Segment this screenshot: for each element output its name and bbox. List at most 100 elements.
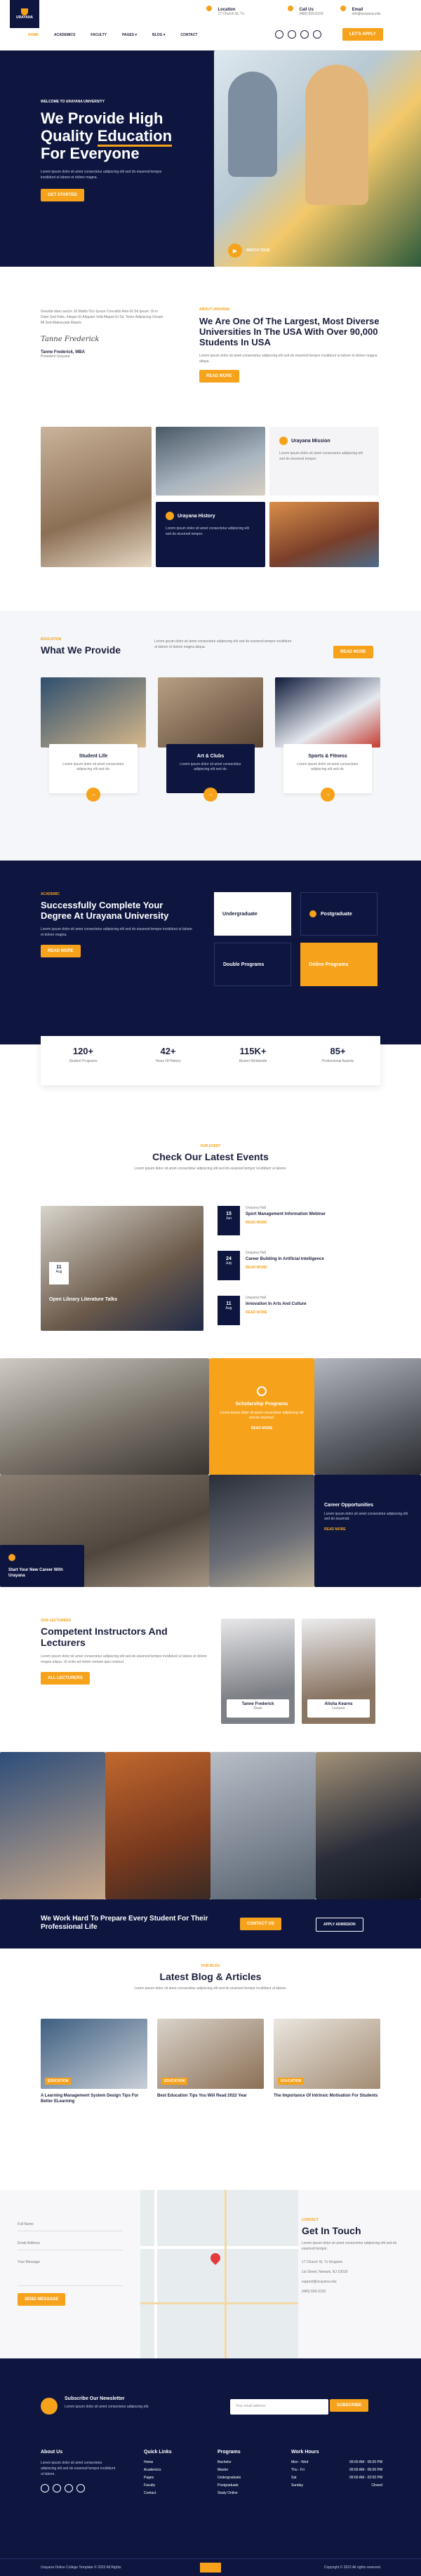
hero-title: We Provide High Quality Education For Ev… xyxy=(41,109,173,162)
program-double[interactable]: Double Programs xyxy=(214,943,291,986)
student-figure-2 xyxy=(305,65,368,205)
map[interactable] xyxy=(140,2190,298,2358)
watch-tour-button[interactable]: ▶ WATCH TOUR xyxy=(228,244,269,258)
hero: WELCOME TO URAYANA UNIVERSITY We Provide… xyxy=(0,51,421,267)
provide-read-more[interactable]: READ MORE xyxy=(333,646,373,658)
name-field[interactable]: Full Name xyxy=(18,2218,123,2231)
linkedin-icon[interactable] xyxy=(313,30,321,39)
instagram-icon[interactable] xyxy=(65,2484,73,2492)
topbar-location: Location 17 Church St, Tx xyxy=(206,6,244,18)
lecturer-card[interactable]: Tanne Frederick Dean xyxy=(221,1619,295,1724)
blog-thumbnail: EDUCATION xyxy=(274,2019,380,2089)
gallery-photo-4 xyxy=(316,1752,421,1899)
blog-eyebrow: OUR BLOG xyxy=(201,1964,220,1968)
message-field[interactable]: Your Message xyxy=(18,2256,123,2286)
subscribe-button[interactable]: SUBSCRIBE xyxy=(330,2399,369,2412)
service-card-student-life[interactable]: Student Life Lorem ipsum dolor sit amet … xyxy=(41,677,146,832)
contact-email[interactable]: support@urayana.edu xyxy=(302,2280,407,2284)
linkedin-icon[interactable] xyxy=(76,2484,85,2492)
program-online[interactable]: Online Programs xyxy=(300,943,377,986)
hero-description: Lorem ipsum dolor sit amet consectetur a… xyxy=(41,170,162,180)
play-icon: ▶ xyxy=(228,244,242,258)
students-photo xyxy=(314,1358,421,1475)
blog-thumbnail: EDUCATION xyxy=(157,2019,264,2089)
arrow-icon[interactable]: → xyxy=(321,788,335,802)
blog-title: Latest Blog & Articles xyxy=(159,1971,262,1982)
crest-icon xyxy=(21,8,28,15)
footer-about-text: Lorem ipsum dolor sit amet consectetur a… xyxy=(41,2461,116,2476)
featured-event[interactable]: 11 Aug Open Library Literature Talks xyxy=(41,1206,203,1331)
about-read-more[interactable]: READ MORE xyxy=(199,370,239,383)
nav-contact[interactable]: CONTACT xyxy=(180,33,197,37)
topbar-call: Call Us (480) 555-0103 xyxy=(288,6,323,18)
nav-academics[interactable]: ACADEMICS xyxy=(54,33,75,37)
events-title: Check Our Latest Events xyxy=(152,1151,269,1162)
twitter-icon[interactable] xyxy=(288,30,296,39)
programs-eyebrow: ACADEMIC xyxy=(41,892,60,896)
events-description: Lorem ipsum dolor sit amet consectetur a… xyxy=(134,1167,287,1171)
contact-us-button[interactable]: CONTACT US xyxy=(240,1918,281,1930)
brand-name: URAYANA xyxy=(15,15,34,20)
send-message-button[interactable]: SEND MESSAGE xyxy=(18,2293,66,2306)
arrow-icon[interactable]: → xyxy=(86,788,100,802)
main-nav: HOME ACADEMICS FACULTY PAGES ▾ BLOG ▾ CO… xyxy=(28,33,197,37)
newsletter-email-input[interactable]: Your email address xyxy=(230,2399,328,2415)
instagram-icon[interactable] xyxy=(300,30,309,39)
twitter-icon[interactable] xyxy=(53,2484,61,2492)
blog-card[interactable]: EDUCATION The Importance Of Intrinsic Mo… xyxy=(274,2019,380,2099)
blog-card[interactable]: EDUCATION A Learning Management System D… xyxy=(41,2019,147,2104)
rocket-icon xyxy=(8,1554,15,1561)
phone-icon xyxy=(288,6,293,11)
blog-card[interactable]: EDUCATION Best Education Tips You Will R… xyxy=(157,2019,264,2099)
apply-button[interactable]: LET'S APPLY xyxy=(342,28,383,41)
stat-alumni: 115K+ Alumni Worldwide xyxy=(239,1046,267,1063)
promo-grid: Scholarship Programs Lorem ipsum dolor s… xyxy=(0,1358,421,1587)
logo[interactable]: URAYANA xyxy=(10,0,39,28)
nav-faculty[interactable]: FACULTY xyxy=(91,33,107,37)
hero-eyebrow: WELCOME TO URAYANA UNIVERSITY xyxy=(41,100,105,104)
programs-read-more[interactable]: READ MORE xyxy=(41,945,81,957)
service-card-art-clubs[interactable]: Art & Clubs Lorem ipsum dolor sit amet c… xyxy=(158,677,263,832)
cta-banner: We Work Hard To Prepare Every Student Fo… xyxy=(0,1899,421,1948)
get-started-button[interactable]: GET STARTED xyxy=(41,189,84,201)
mail-icon xyxy=(340,6,346,11)
facebook-icon[interactable] xyxy=(41,2484,49,2492)
gallery-banner: We Work Hard To Prepare Every Student Fo… xyxy=(0,1752,421,1948)
event-item[interactable]: 24 July Urayana Hall Career Building In Ar… xyxy=(218,1251,380,1286)
history-card: Urayana History Lorem ipsum dolor sit am… xyxy=(156,502,265,567)
career-card[interactable]: Career Opportunities Lorem ipsum dolor s… xyxy=(314,1475,421,1587)
contact-section: Full Name Email Address Your Message SEN… xyxy=(0,2190,421,2358)
nav-blog[interactable]: BLOG ▾ xyxy=(152,33,165,37)
email-field[interactable]: Email Address xyxy=(18,2237,123,2250)
gallery-photo-2 xyxy=(105,1752,210,1899)
all-lecturers-button[interactable]: ALL LECTURERS xyxy=(41,1672,90,1685)
topbar-email: Email info@urayana.edu xyxy=(340,6,380,18)
contact-address: 17 Church St, Tx Kingston xyxy=(302,2260,343,2264)
events-eyebrow: OUR EVENT xyxy=(200,1144,221,1148)
contact-form: Full Name Email Address Your Message SEN… xyxy=(18,2218,123,2306)
scholarship-card[interactable]: Scholarship Programs Lorem ipsum dolor s… xyxy=(209,1358,314,1475)
programs-title: Successfully Complete Your Degree At Ura… xyxy=(41,900,169,921)
program-postgraduate[interactable]: Postgraduate xyxy=(300,892,377,936)
arrow-icon[interactable]: → xyxy=(203,788,218,802)
location-icon xyxy=(206,6,212,11)
featured-event-title[interactable]: Open Library Literature Talks xyxy=(49,1297,117,1302)
contact-phone[interactable]: (480) 555-0103 xyxy=(302,2290,407,2294)
contact-title: Get In Touch xyxy=(302,2225,361,2236)
nav-home[interactable]: HOME xyxy=(28,33,39,37)
grad-cap-icon xyxy=(309,910,316,917)
apply-admission-button[interactable]: APPLY ADMISSION xyxy=(316,1918,363,1932)
gallery-photo-1 xyxy=(0,1752,105,1899)
event-item[interactable]: 11 Aug Urayana Hall Innovation In Arts And… xyxy=(218,1296,380,1331)
about-photo-1 xyxy=(41,427,152,567)
program-undergraduate[interactable]: Undergraduate xyxy=(214,892,291,936)
facebook-icon[interactable] xyxy=(275,30,283,39)
service-card-sports[interactable]: Sports & Fitness Lorem ipsum dolor sit a… xyxy=(275,677,380,832)
start-career-card[interactable]: Start Your New Career With Urayana xyxy=(0,1545,84,1587)
programs-section: ACADEMIC Successfully Complete Your Degr… xyxy=(0,861,421,1044)
lecturer-card[interactable]: Alisha Kearns Lecturer xyxy=(302,1619,375,1724)
nav-pages[interactable]: PAGES ▾ xyxy=(122,33,137,37)
copyright-left: Urayana Online College Template © 2022 A… xyxy=(41,2565,121,2570)
footer-about-title: About Us xyxy=(41,2450,63,2455)
event-item[interactable]: 15 Jun Urayana Hall Sport Management Infor… xyxy=(218,1206,380,1241)
